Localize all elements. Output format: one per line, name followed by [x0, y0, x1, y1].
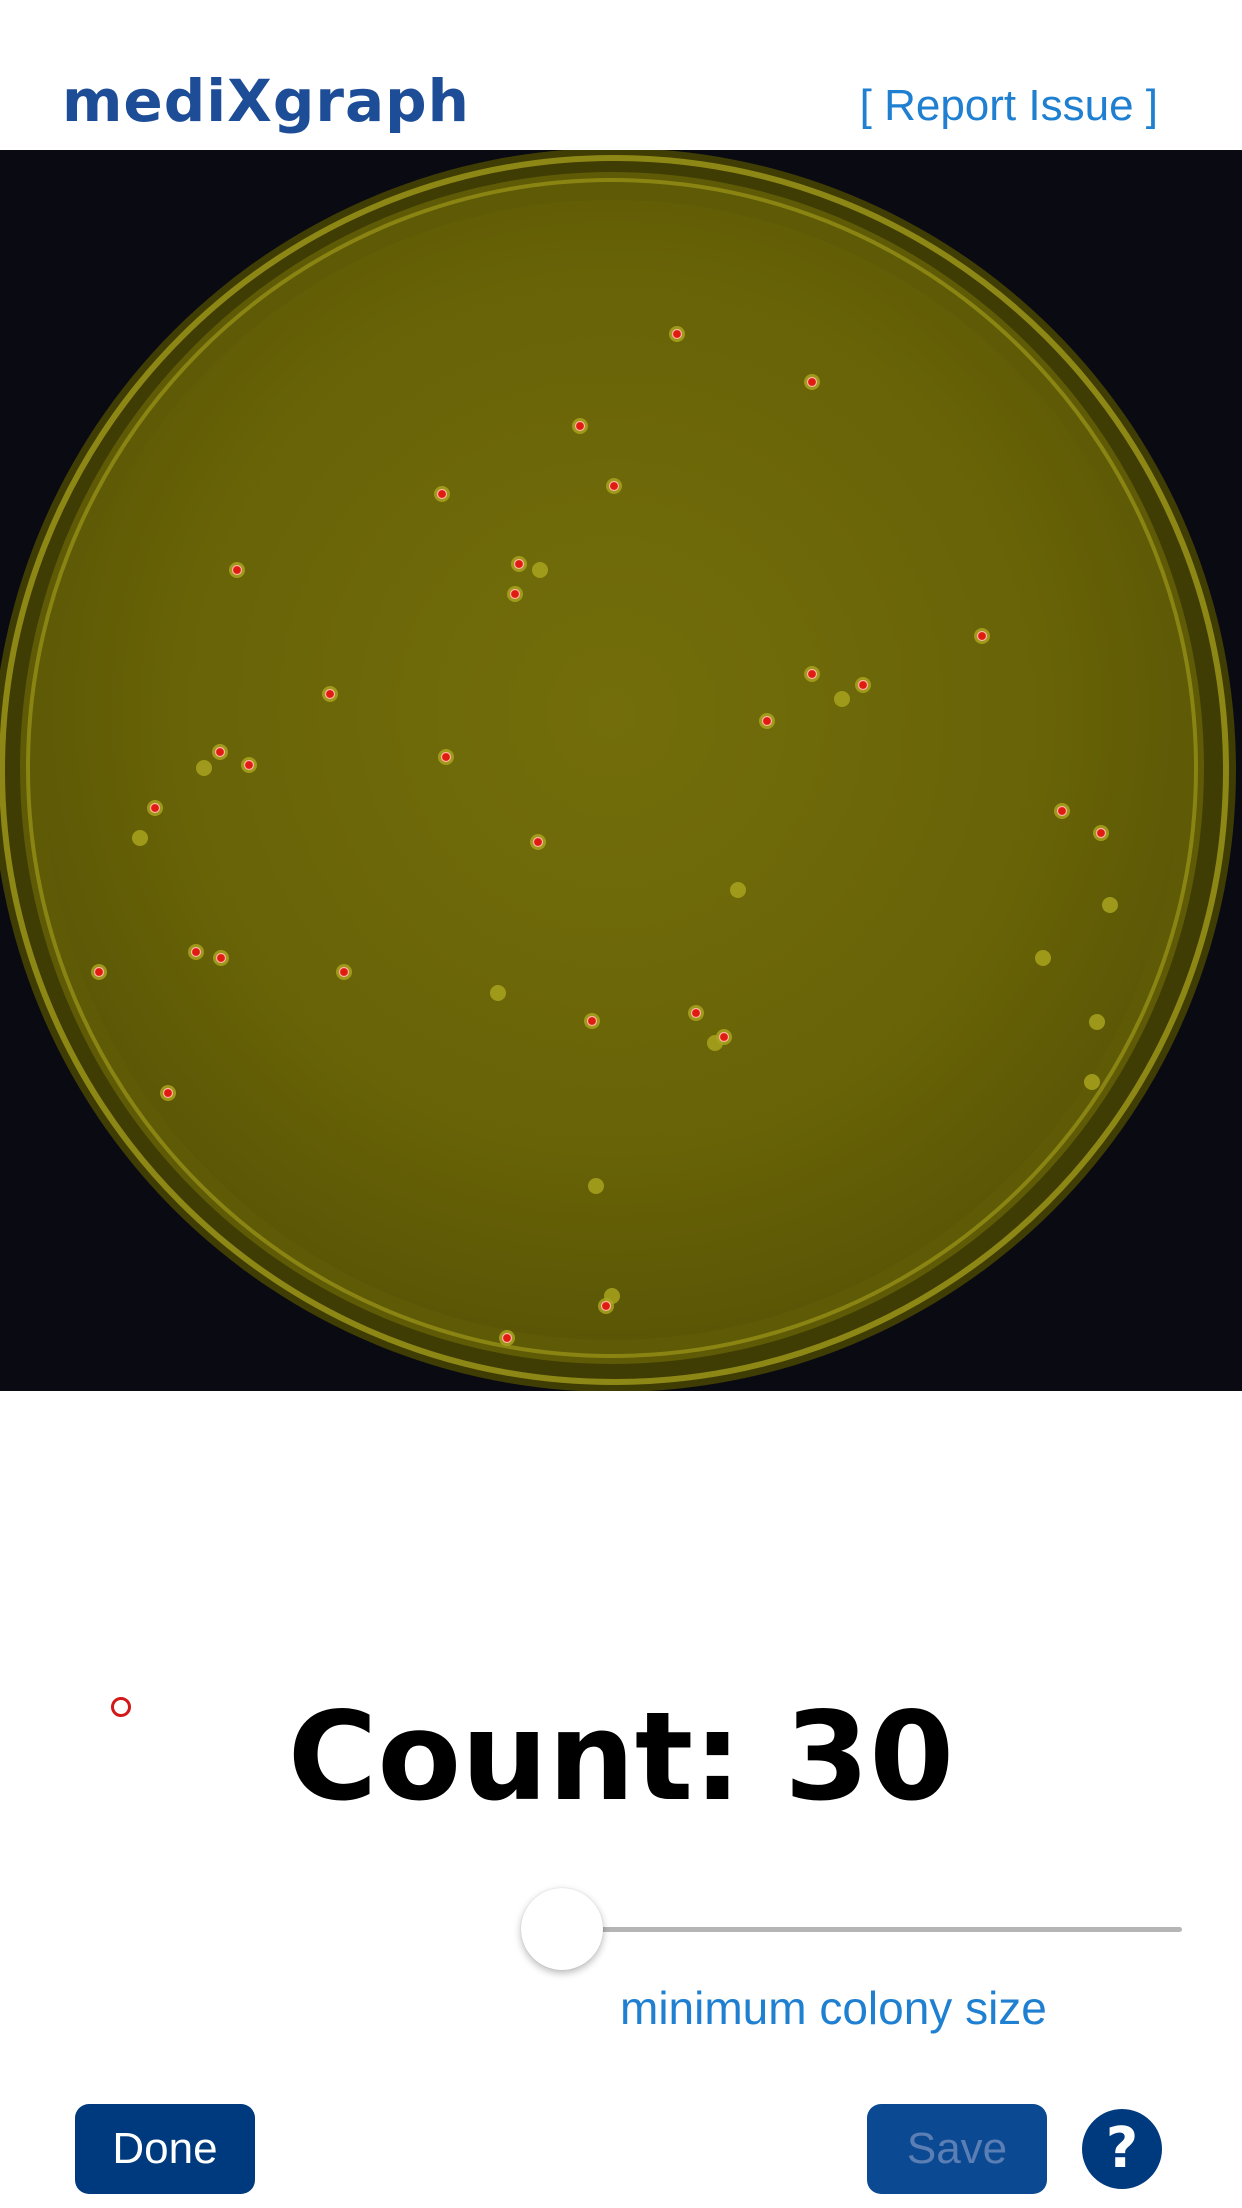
- min-colony-size-slider[interactable]: [520, 1888, 1182, 1972]
- slider-thumb[interactable]: [521, 1888, 603, 1970]
- colony-marker: [857, 679, 869, 691]
- agar-surface: [44, 200, 1180, 1340]
- colony: [1089, 1014, 1105, 1030]
- colony-marker: [608, 480, 620, 492]
- help-button[interactable]: ?: [1082, 2109, 1162, 2189]
- colony-count: Count: 30: [287, 1686, 955, 1828]
- colony: [588, 1178, 604, 1194]
- petri-dish-graphic: [0, 150, 1242, 1391]
- slider-track[interactable]: [562, 1927, 1182, 1932]
- save-button[interactable]: Save: [867, 2104, 1047, 2194]
- petri-dish-image[interactable]: [0, 150, 1242, 1391]
- app-header: mediXgraph [ Report Issue ]: [0, 0, 1242, 150]
- colony: [532, 562, 548, 578]
- colony-marker: [501, 1332, 513, 1344]
- colony-marker: [214, 746, 226, 758]
- colony: [834, 691, 850, 707]
- colony: [730, 882, 746, 898]
- colony: [490, 985, 506, 1001]
- colony-marker: [1095, 827, 1107, 839]
- colony-marker: [806, 376, 818, 388]
- colony-marker: [671, 328, 683, 340]
- colony: [196, 760, 212, 776]
- colony: [1035, 950, 1051, 966]
- done-button[interactable]: Done: [75, 2104, 255, 2194]
- colony-marker: [190, 946, 202, 958]
- colony-marker: [600, 1300, 612, 1312]
- colony-marker: [1056, 805, 1068, 817]
- colony-marker: [761, 715, 773, 727]
- colony-marker: [324, 688, 336, 700]
- slider-label: minimum colony size: [620, 1982, 1047, 2034]
- colony-marker: [574, 420, 586, 432]
- colony-marker: [532, 836, 544, 848]
- colony-marker: [436, 488, 448, 500]
- colony-marker: [690, 1007, 702, 1019]
- colony-marker: [976, 630, 988, 642]
- colony-marker: [243, 759, 255, 771]
- colony-marker: [93, 966, 105, 978]
- colony: [132, 830, 148, 846]
- colony-marker: [718, 1031, 730, 1043]
- app-logo: mediXgraph: [62, 67, 470, 135]
- colony: [1102, 897, 1118, 913]
- colony-marker: [338, 966, 350, 978]
- colony-marker: [806, 668, 818, 680]
- colony-marker: [162, 1087, 174, 1099]
- colony-marker: [513, 558, 525, 570]
- colony: [1084, 1074, 1100, 1090]
- colony-marker: [231, 564, 243, 576]
- colony-marker: [149, 802, 161, 814]
- colony-marker: [586, 1015, 598, 1027]
- colony-marker: [215, 952, 227, 964]
- colony-marker: [440, 751, 452, 763]
- report-issue-link[interactable]: [ Report Issue ]: [860, 84, 1158, 128]
- colony-marker: [509, 588, 521, 600]
